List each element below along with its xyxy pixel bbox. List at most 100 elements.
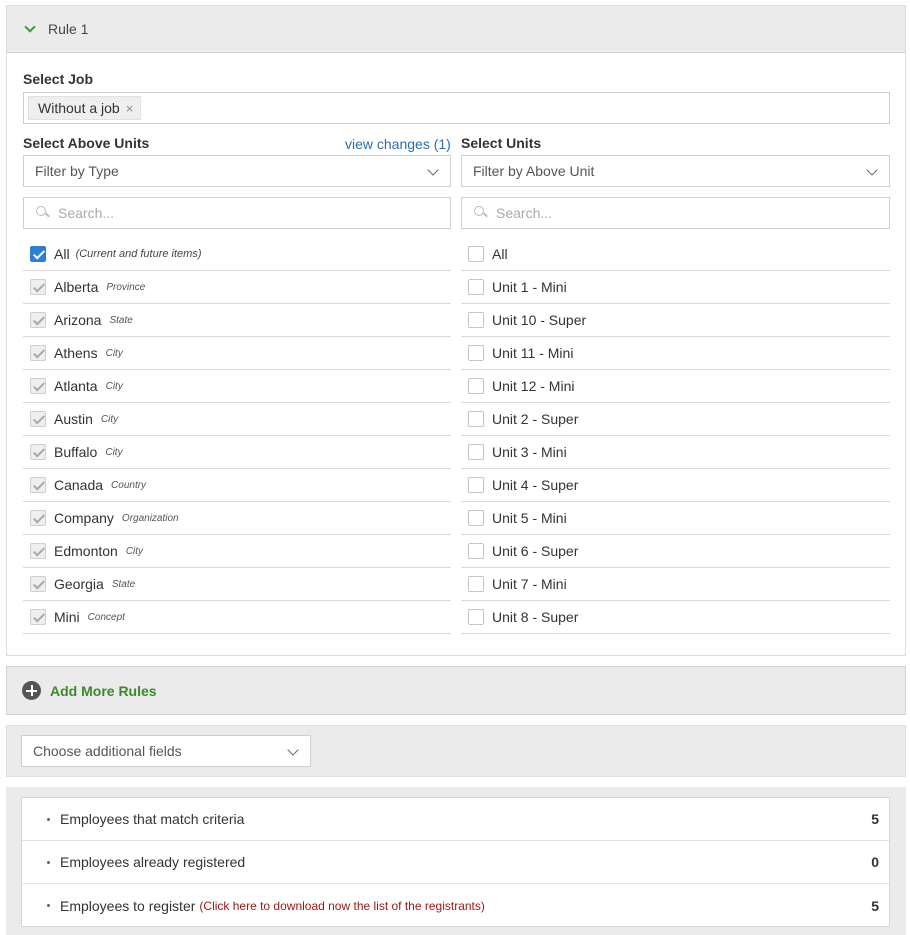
plus-circle-icon <box>22 681 41 700</box>
list-item-all[interactable]: All (Current and future items) <box>23 238 451 271</box>
list-item[interactable]: Unit 2 - Super <box>461 403 890 436</box>
checkbox[interactable] <box>30 576 46 592</box>
list-item[interactable]: Unit 10 - Super <box>461 304 890 337</box>
checkbox[interactable] <box>30 510 46 526</box>
list-item[interactable]: Unit 5 - Mini <box>461 502 890 535</box>
list-item-type: Province <box>106 281 146 293</box>
list-item[interactable]: Mini Concept <box>23 601 451 634</box>
checkbox[interactable] <box>468 411 484 427</box>
list-item[interactable]: Unit 4 - Super <box>461 469 890 502</box>
list-item-label: All <box>54 246 70 262</box>
list-item[interactable]: Canada Country <box>23 469 451 502</box>
checkbox[interactable] <box>468 444 484 460</box>
bullet-icon <box>47 904 50 907</box>
above-units-search-input[interactable]: Search... <box>23 197 451 229</box>
list-item-label: Unit 11 - Mini <box>492 345 574 361</box>
list-item-all[interactable]: All <box>461 238 890 271</box>
checkbox[interactable] <box>30 477 46 493</box>
list-item-label: Company <box>54 510 114 526</box>
search-icon <box>36 206 50 220</box>
list-item-label: Unit 4 - Super <box>492 477 579 493</box>
checkbox[interactable] <box>468 609 484 625</box>
add-more-rules-button[interactable]: Add More Rules <box>6 666 906 715</box>
list-item-label: Unit 5 - Mini <box>492 510 567 526</box>
filter-by-above-unit-value: Filter by Above Unit <box>473 163 595 179</box>
list-item[interactable]: Unit 6 - Super <box>461 535 890 568</box>
summary-value: 0 <box>871 854 879 870</box>
checkbox[interactable] <box>468 510 484 526</box>
checkbox[interactable] <box>30 246 46 262</box>
list-item[interactable]: Unit 11 - Mini <box>461 337 890 370</box>
list-item-type: State <box>109 314 133 326</box>
list-item-label: Edmonton <box>54 543 118 559</box>
units-list: All Unit 1 - Mini Unit 10 - Super Unit 1… <box>461 238 890 634</box>
list-item[interactable]: Athens City <box>23 337 451 370</box>
list-item[interactable]: Arizona State <box>23 304 451 337</box>
filter-by-above-unit-select[interactable]: Filter by Above Unit <box>461 155 890 187</box>
rule-panel: Rule 1 Select Job Without a job × Select… <box>6 5 906 656</box>
list-item-label: Alberta <box>54 279 99 295</box>
list-item[interactable]: Unit 7 - Mini <box>461 568 890 601</box>
additional-fields-select[interactable]: Choose additional fields <box>21 735 311 767</box>
list-item[interactable]: Edmonton City <box>23 535 451 568</box>
list-item[interactable]: Unit 3 - Mini <box>461 436 890 469</box>
checkbox[interactable] <box>30 279 46 295</box>
chevron-down-icon[interactable] <box>24 21 36 33</box>
additional-fields-panel: Choose additional fields <box>6 725 906 777</box>
summary-box: Employees that match criteria 5 Employee… <box>21 797 890 927</box>
summary-row-to-register: Employees to register (Click here to dow… <box>22 884 889 927</box>
list-item-label: Unit 2 - Super <box>492 411 579 427</box>
list-item-label: Unit 7 - Mini <box>492 576 567 592</box>
chevron-down-icon <box>866 164 878 176</box>
view-changes-link[interactable]: view changes (1) <box>345 136 451 152</box>
checkbox[interactable] <box>30 378 46 394</box>
filter-by-type-select[interactable]: Filter by Type <box>23 155 451 187</box>
list-item-type: City <box>100 413 119 425</box>
list-item-label: Austin <box>54 411 93 427</box>
list-item[interactable]: Unit 1 - Mini <box>461 271 890 304</box>
list-item[interactable]: Austin City <box>23 403 451 436</box>
rule-title: Rule 1 <box>48 21 89 37</box>
checkbox[interactable] <box>468 312 484 328</box>
units-search-input[interactable]: Search... <box>461 197 890 229</box>
list-item-label: Unit 3 - Mini <box>492 444 567 460</box>
list-item[interactable]: Unit 8 - Super <box>461 601 890 634</box>
list-item-type: Organization <box>121 512 179 524</box>
checkbox[interactable] <box>468 477 484 493</box>
summary-label: Employees that match criteria <box>60 811 245 827</box>
checkbox[interactable] <box>468 345 484 361</box>
checkbox[interactable] <box>30 411 46 427</box>
list-item-label: Unit 1 - Mini <box>492 279 567 295</box>
units-search-placeholder: Search... <box>496 205 553 221</box>
filter-by-type-value: Filter by Type <box>35 163 119 179</box>
list-item-type: Concept <box>87 611 125 623</box>
summary-row-match: Employees that match criteria 5 <box>22 798 889 841</box>
checkbox[interactable] <box>30 345 46 361</box>
download-registrants-link[interactable]: (Click here to download now the list of … <box>199 899 484 913</box>
list-item-label: Athens <box>54 345 98 361</box>
list-item[interactable]: Georgia State <box>23 568 451 601</box>
list-item-label: Unit 6 - Super <box>492 543 579 559</box>
checkbox[interactable] <box>468 378 484 394</box>
summary-panel: Employees that match criteria 5 Employee… <box>6 787 906 935</box>
list-item-label: Unit 10 - Super <box>492 312 587 328</box>
list-item[interactable]: Unit 12 - Mini <box>461 370 890 403</box>
close-icon[interactable]: × <box>126 101 134 116</box>
rule-header[interactable]: Rule 1 <box>7 6 905 53</box>
list-item[interactable]: Company Organization <box>23 502 451 535</box>
checkbox[interactable] <box>30 312 46 328</box>
checkbox[interactable] <box>468 246 484 262</box>
list-item[interactable]: Buffalo City <box>23 436 451 469</box>
checkbox[interactable] <box>468 576 484 592</box>
additional-fields-value: Choose additional fields <box>33 743 182 759</box>
summary-value: 5 <box>871 897 879 914</box>
list-item[interactable]: Alberta Province <box>23 271 451 304</box>
checkbox[interactable] <box>30 543 46 559</box>
job-select[interactable]: Without a job × <box>23 92 890 124</box>
checkbox[interactable] <box>468 543 484 559</box>
list-item[interactable]: Atlanta City <box>23 370 451 403</box>
chevron-down-icon <box>287 744 299 756</box>
checkbox[interactable] <box>30 609 46 625</box>
checkbox[interactable] <box>30 444 46 460</box>
checkbox[interactable] <box>468 279 484 295</box>
